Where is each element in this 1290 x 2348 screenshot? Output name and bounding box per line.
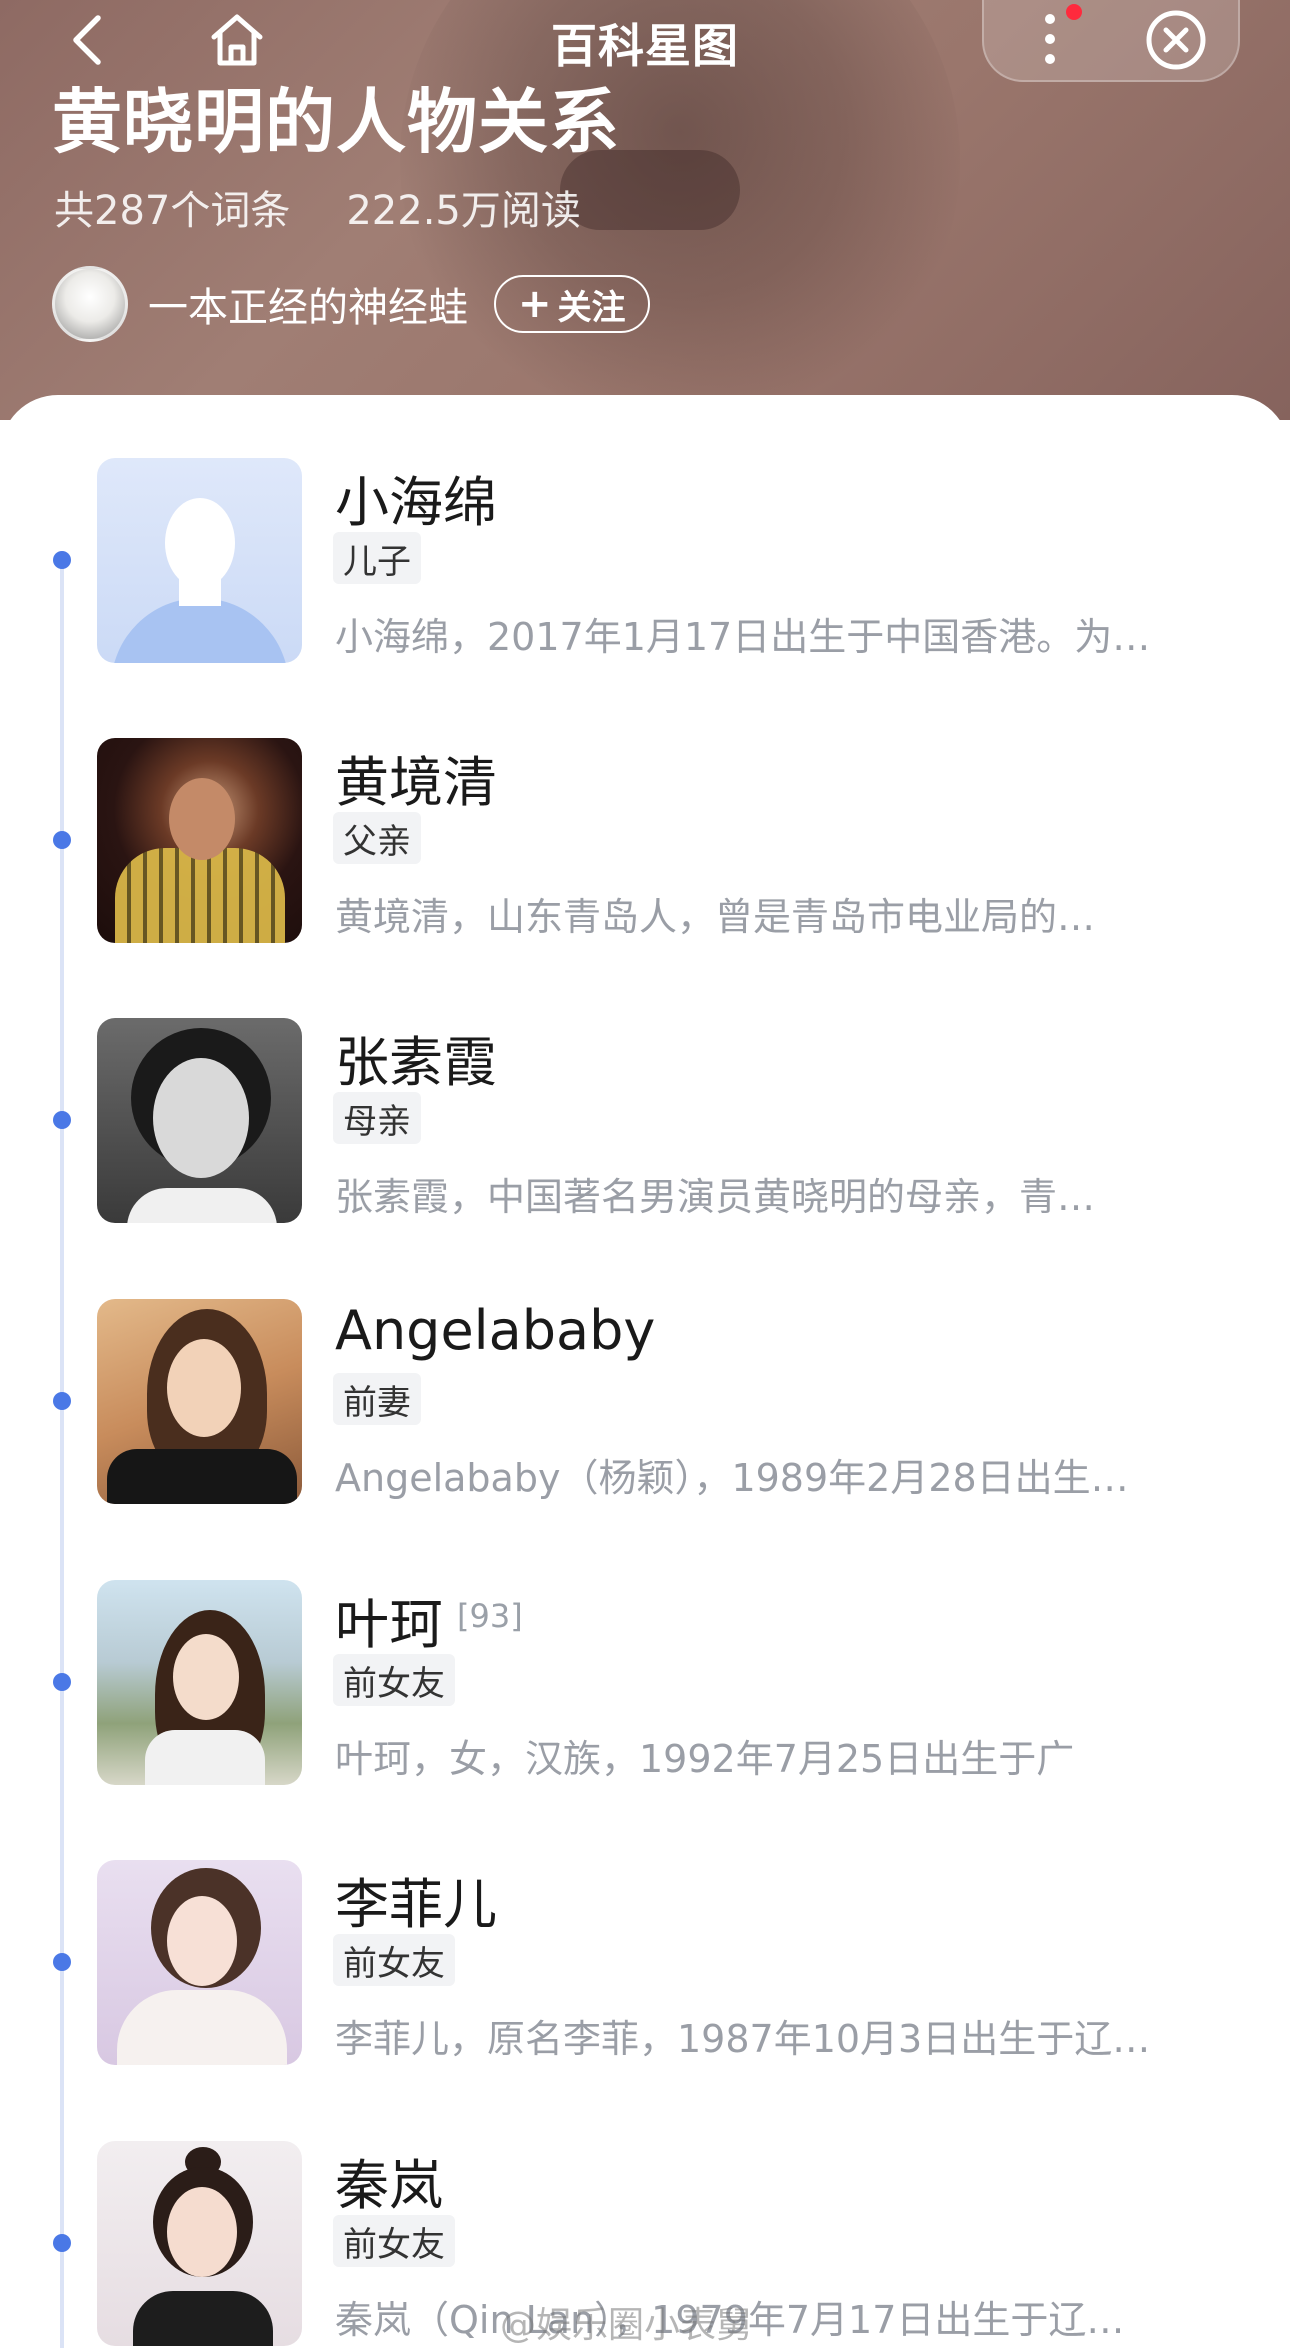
relation-tag: 母亲 (333, 1092, 421, 1144)
watermark: @娱乐圈小表舅 (500, 2305, 753, 2346)
relation-tag: 父亲 (333, 812, 421, 864)
relation-tag: 前妻 (333, 1373, 421, 1425)
relation-tag: 儿子 (333, 532, 421, 584)
item-description: Angelababy（杨颖），1989年2月28日出生… (335, 1456, 1129, 1500)
more-icon (1045, 14, 1055, 64)
item-name: 小海绵 (335, 471, 497, 534)
person-photo (97, 738, 302, 943)
item-name: 秦岚 (335, 2154, 443, 2217)
timeline-dot (53, 1673, 71, 1691)
person-photo (97, 1860, 302, 2065)
item-description: 叶珂，女，汉族，1992年7月25日出生于广 (335, 1737, 1075, 1781)
timeline-dot (53, 1392, 71, 1410)
author-avatar[interactable] (52, 266, 128, 342)
item-description: 秦岚（Qin Lan），1979年7月17日出生于辽… (335, 2298, 1125, 2342)
person-photo (97, 2141, 302, 2346)
relation-tag: 前女友 (333, 1934, 455, 1986)
entries-count: 共287个词条 (54, 188, 291, 234)
close-icon (1146, 10, 1206, 70)
page-title: 黄晓明的人物关系 (52, 81, 620, 163)
relation-tag: 前女友 (333, 2215, 455, 2267)
plus-icon: + (518, 281, 552, 327)
timeline-dot (53, 2234, 71, 2252)
list-item[interactable]: 小海绵 儿子 小海绵，2017年1月17日出生于中国香港。为… (0, 458, 1290, 664)
person-photo (97, 1299, 302, 1504)
timeline-dot (53, 1111, 71, 1129)
person-photo (97, 1018, 302, 1223)
follow-label: 关注 (557, 287, 626, 328)
list-item[interactable]: 黄境清 父亲 黄境清，山东青岛人，曾是青岛市电业局的… (0, 738, 1290, 944)
author-row: 一本正经的神经蛙 + 关注 (52, 266, 650, 342)
notification-dot (1066, 4, 1082, 20)
item-name: 李菲儿 (335, 1873, 497, 1936)
list-item[interactable]: 李菲儿 前女友 李菲儿，原名李菲，1987年10月3日出生于辽… (0, 1860, 1290, 2066)
item-description: 黄境清，山东青岛人，曾是青岛市电业局的… (335, 895, 1096, 939)
citation-mark[interactable]: [93] (457, 1597, 523, 1635)
person-photo (97, 1580, 302, 1785)
item-name: 叶珂 [93] (335, 1593, 523, 1656)
close-button[interactable] (1144, 8, 1208, 72)
item-name: Angelababy (335, 1299, 656, 1362)
item-description: 李菲儿，原名李菲，1987年10月3日出生于辽… (335, 2017, 1151, 2061)
reads-count: 222.5万阅读 (346, 188, 581, 234)
header-banner: 百科星图 黄晓明的人物关系 共287个词条 222.5万阅读 一本正经的神经蛙 … (0, 0, 1290, 420)
relation-tag: 前女友 (333, 1654, 455, 1706)
timeline-dot (53, 1953, 71, 1971)
list-item[interactable]: Angelababy 前妻 Angelababy（杨颖），1989年2月28日出… (0, 1299, 1290, 1505)
author-name[interactable]: 一本正经的神经蛙 (148, 275, 468, 333)
follow-button[interactable]: + 关注 (494, 275, 650, 333)
timeline-dot (53, 551, 71, 569)
item-name: 张素霞 (335, 1031, 497, 1094)
list-item[interactable]: 叶珂 [93] 前女友 叶珂，女，汉族，1992年7月25日出生于广 (0, 1580, 1290, 1786)
item-description: 小海绵，2017年1月17日出生于中国香港。为… (335, 615, 1151, 659)
list-item[interactable]: 张素霞 母亲 张素霞，中国著名男演员黄晓明的母亲，青… (0, 1018, 1290, 1224)
timeline-dot (53, 831, 71, 849)
avatar-placeholder (97, 458, 302, 663)
item-description: 张素霞，中国著名男演员黄晓明的母亲，青… (335, 1175, 1096, 1219)
stats-row: 共287个词条 222.5万阅读 (54, 178, 581, 236)
item-name: 黄境清 (335, 751, 497, 814)
